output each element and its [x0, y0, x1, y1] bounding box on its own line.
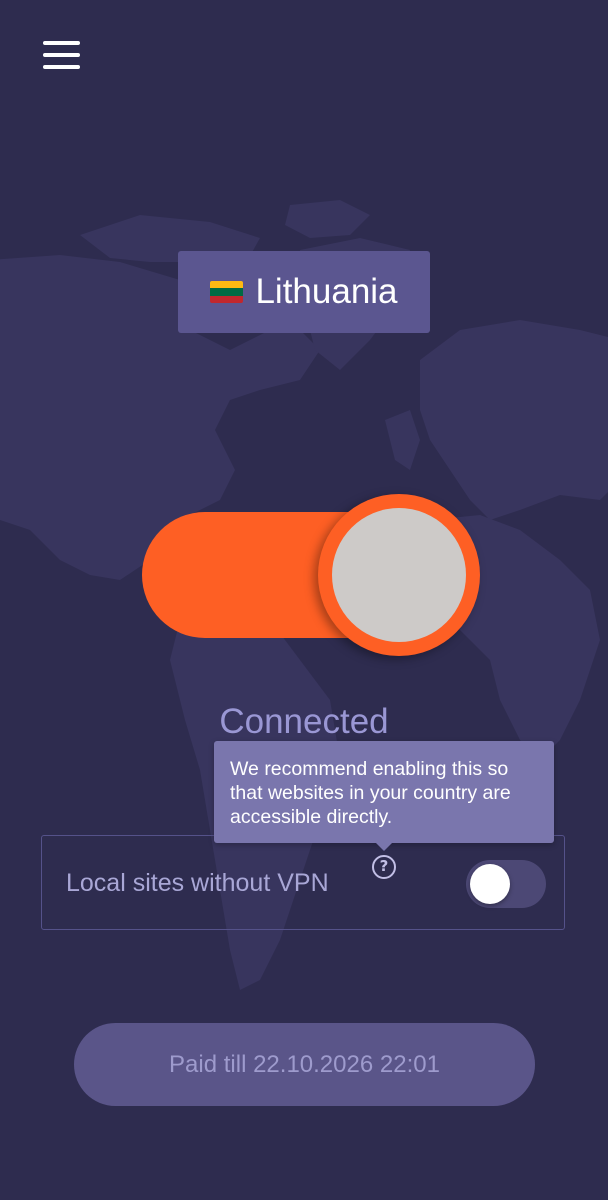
flag-stripe-red	[210, 295, 244, 303]
local-sites-switch-knob	[470, 864, 510, 904]
tooltip-text: We recommend enabling this so that websi…	[230, 758, 511, 828]
country-selector-button[interactable]: Lithuania	[178, 251, 430, 333]
connection-status: Connected	[219, 702, 389, 741]
country-name: Lithuania	[255, 272, 398, 311]
lithuania-flag-icon	[210, 281, 244, 303]
hamburger-menu-icon	[43, 41, 80, 45]
local-sites-label: Local sites without VPN	[66, 869, 329, 897]
question-mark-icon[interactable]: ?	[372, 855, 396, 879]
subscription-status-button[interactable]: Paid till 22.10.2026 22:01	[74, 1023, 535, 1106]
flag-stripe-yellow	[210, 281, 244, 289]
vpn-connection-toggle[interactable]	[142, 494, 480, 656]
local-sites-panel: Local sites without VPN ?	[41, 835, 565, 930]
tooltip-arrow	[376, 843, 392, 851]
hamburger-menu-icon-bar	[43, 53, 80, 57]
local-sites-tooltip: We recommend enabling this so that websi…	[214, 741, 554, 851]
local-sites-switch[interactable]	[466, 860, 546, 908]
hamburger-menu-icon-bar	[43, 65, 80, 69]
menu-button[interactable]	[40, 38, 84, 72]
vpn-toggle-knob-inner	[332, 508, 466, 642]
flag-stripe-green	[210, 288, 244, 296]
vpn-toggle-knob	[318, 494, 480, 656]
subscription-text: Paid till 22.10.2026 22:01	[169, 1050, 440, 1078]
